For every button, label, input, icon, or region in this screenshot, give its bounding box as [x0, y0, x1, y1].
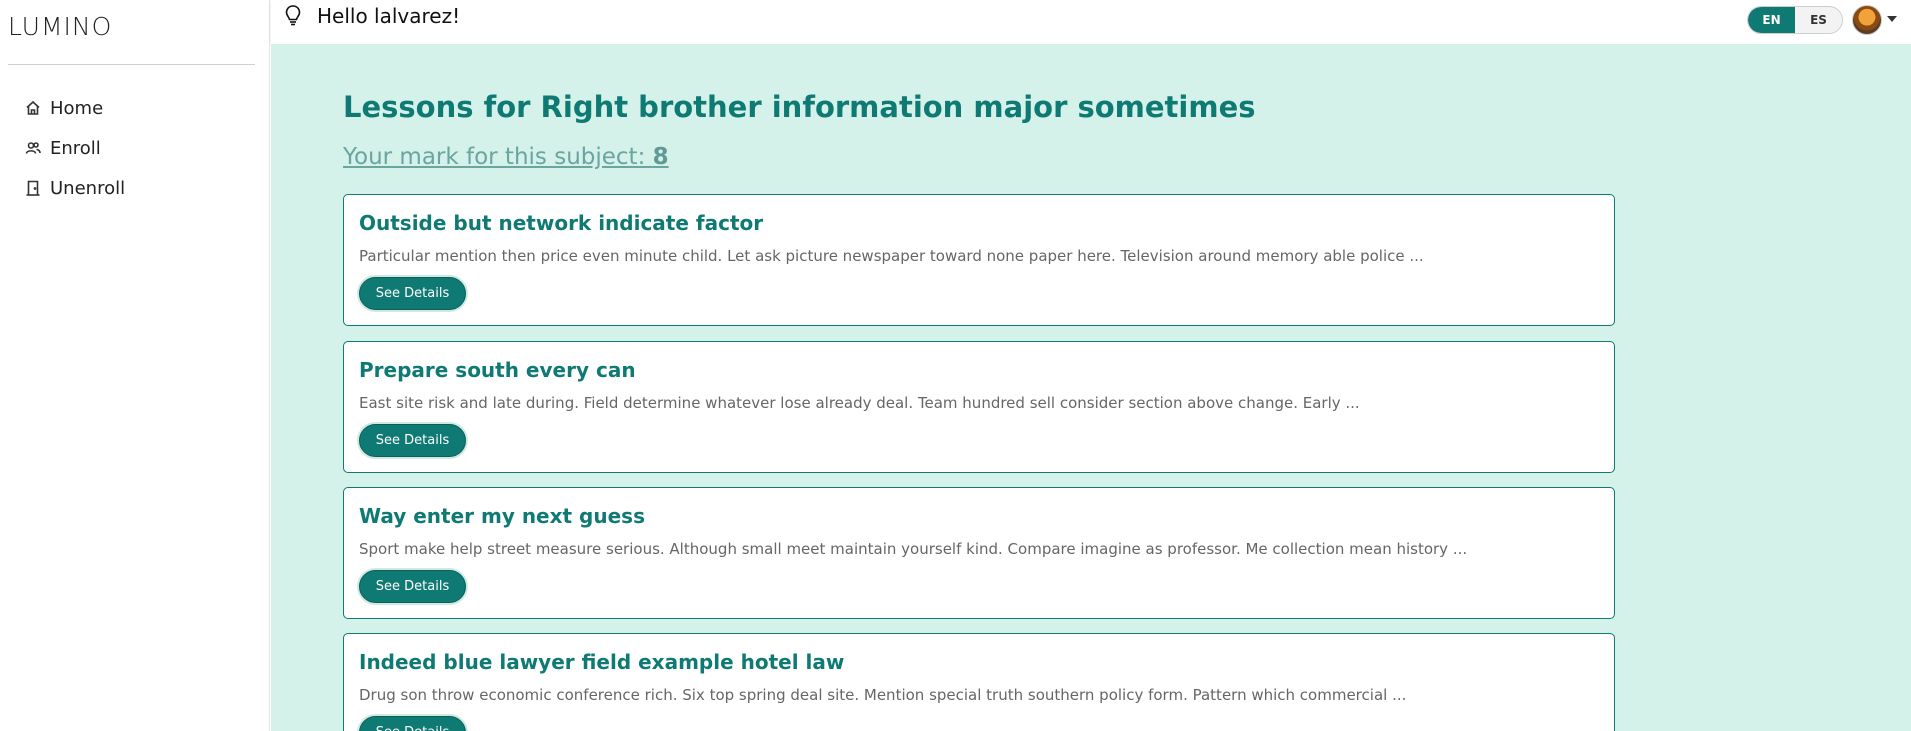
lesson-card: Outside but network indicate factor Part…	[343, 194, 1615, 326]
lesson-description: East site risk and late during. Field de…	[359, 394, 1360, 412]
topbar: Hello lalvarez! EN ES	[271, 0, 1911, 44]
lesson-title: Prepare south every can	[359, 358, 636, 382]
home-icon	[22, 97, 44, 119]
lesson-card: Way enter my next guess Sport make help …	[343, 487, 1615, 619]
sidebar-nav: Home Enroll Unenroll	[22, 88, 125, 208]
lesson-description: Sport make help street measure serious. …	[359, 540, 1468, 558]
subject-mark[interactable]: Your mark for this subject: 8	[343, 144, 669, 170]
sidebar-item-label: Enroll	[50, 137, 101, 159]
greeting-text: Hello lalvarez!	[317, 4, 461, 28]
avatar[interactable]	[1852, 5, 1882, 35]
page-title-prefix: Lessons for	[343, 90, 541, 124]
sidebar-item-enroll[interactable]: Enroll	[22, 128, 125, 168]
main-content: Lessons for Right brother information ma…	[271, 44, 1911, 731]
subject-name: Right brother information major sometime…	[540, 90, 1256, 124]
sidebar-item-unenroll[interactable]: Unenroll	[22, 168, 125, 208]
lesson-title: Way enter my next guess	[359, 504, 645, 528]
lesson-card: Prepare south every can East site risk a…	[343, 341, 1615, 473]
see-details-button[interactable]: See Details	[359, 716, 466, 731]
page-title: Lessons for Right brother information ma…	[343, 90, 1256, 124]
greeting: Hello lalvarez!	[283, 4, 460, 28]
see-details-button[interactable]: See Details	[359, 277, 466, 310]
door-icon	[22, 177, 44, 199]
sidebar-item-label: Home	[50, 97, 104, 119]
mark-value: 8	[652, 144, 669, 170]
mark-label: Your mark for this subject:	[343, 144, 653, 170]
sidebar-item-label: Unenroll	[50, 177, 126, 199]
see-details-button[interactable]: See Details	[359, 570, 466, 603]
brand-logo[interactable]: LUMINO	[8, 12, 112, 41]
see-details-button[interactable]: See Details	[359, 424, 466, 457]
users-icon	[22, 137, 44, 159]
lang-option-es[interactable]: ES	[1795, 7, 1842, 33]
lesson-title: Indeed blue lawyer field example hotel l…	[359, 650, 845, 674]
lightbulb-icon	[283, 4, 305, 28]
sidebar-divider	[8, 64, 255, 65]
sidebar: LUMINO Home Enroll Unenroll	[0, 0, 270, 731]
lang-option-en[interactable]: EN	[1748, 7, 1795, 33]
lesson-description: Particular mention then price even minut…	[359, 247, 1424, 265]
chevron-down-icon[interactable]	[1887, 16, 1897, 22]
sidebar-item-home[interactable]: Home	[22, 88, 125, 128]
lesson-card: Indeed blue lawyer field example hotel l…	[343, 633, 1615, 731]
lesson-description: Drug son throw economic conference rich.…	[359, 686, 1407, 704]
language-toggle: EN ES	[1747, 6, 1843, 34]
lesson-title: Outside but network indicate factor	[359, 211, 764, 235]
